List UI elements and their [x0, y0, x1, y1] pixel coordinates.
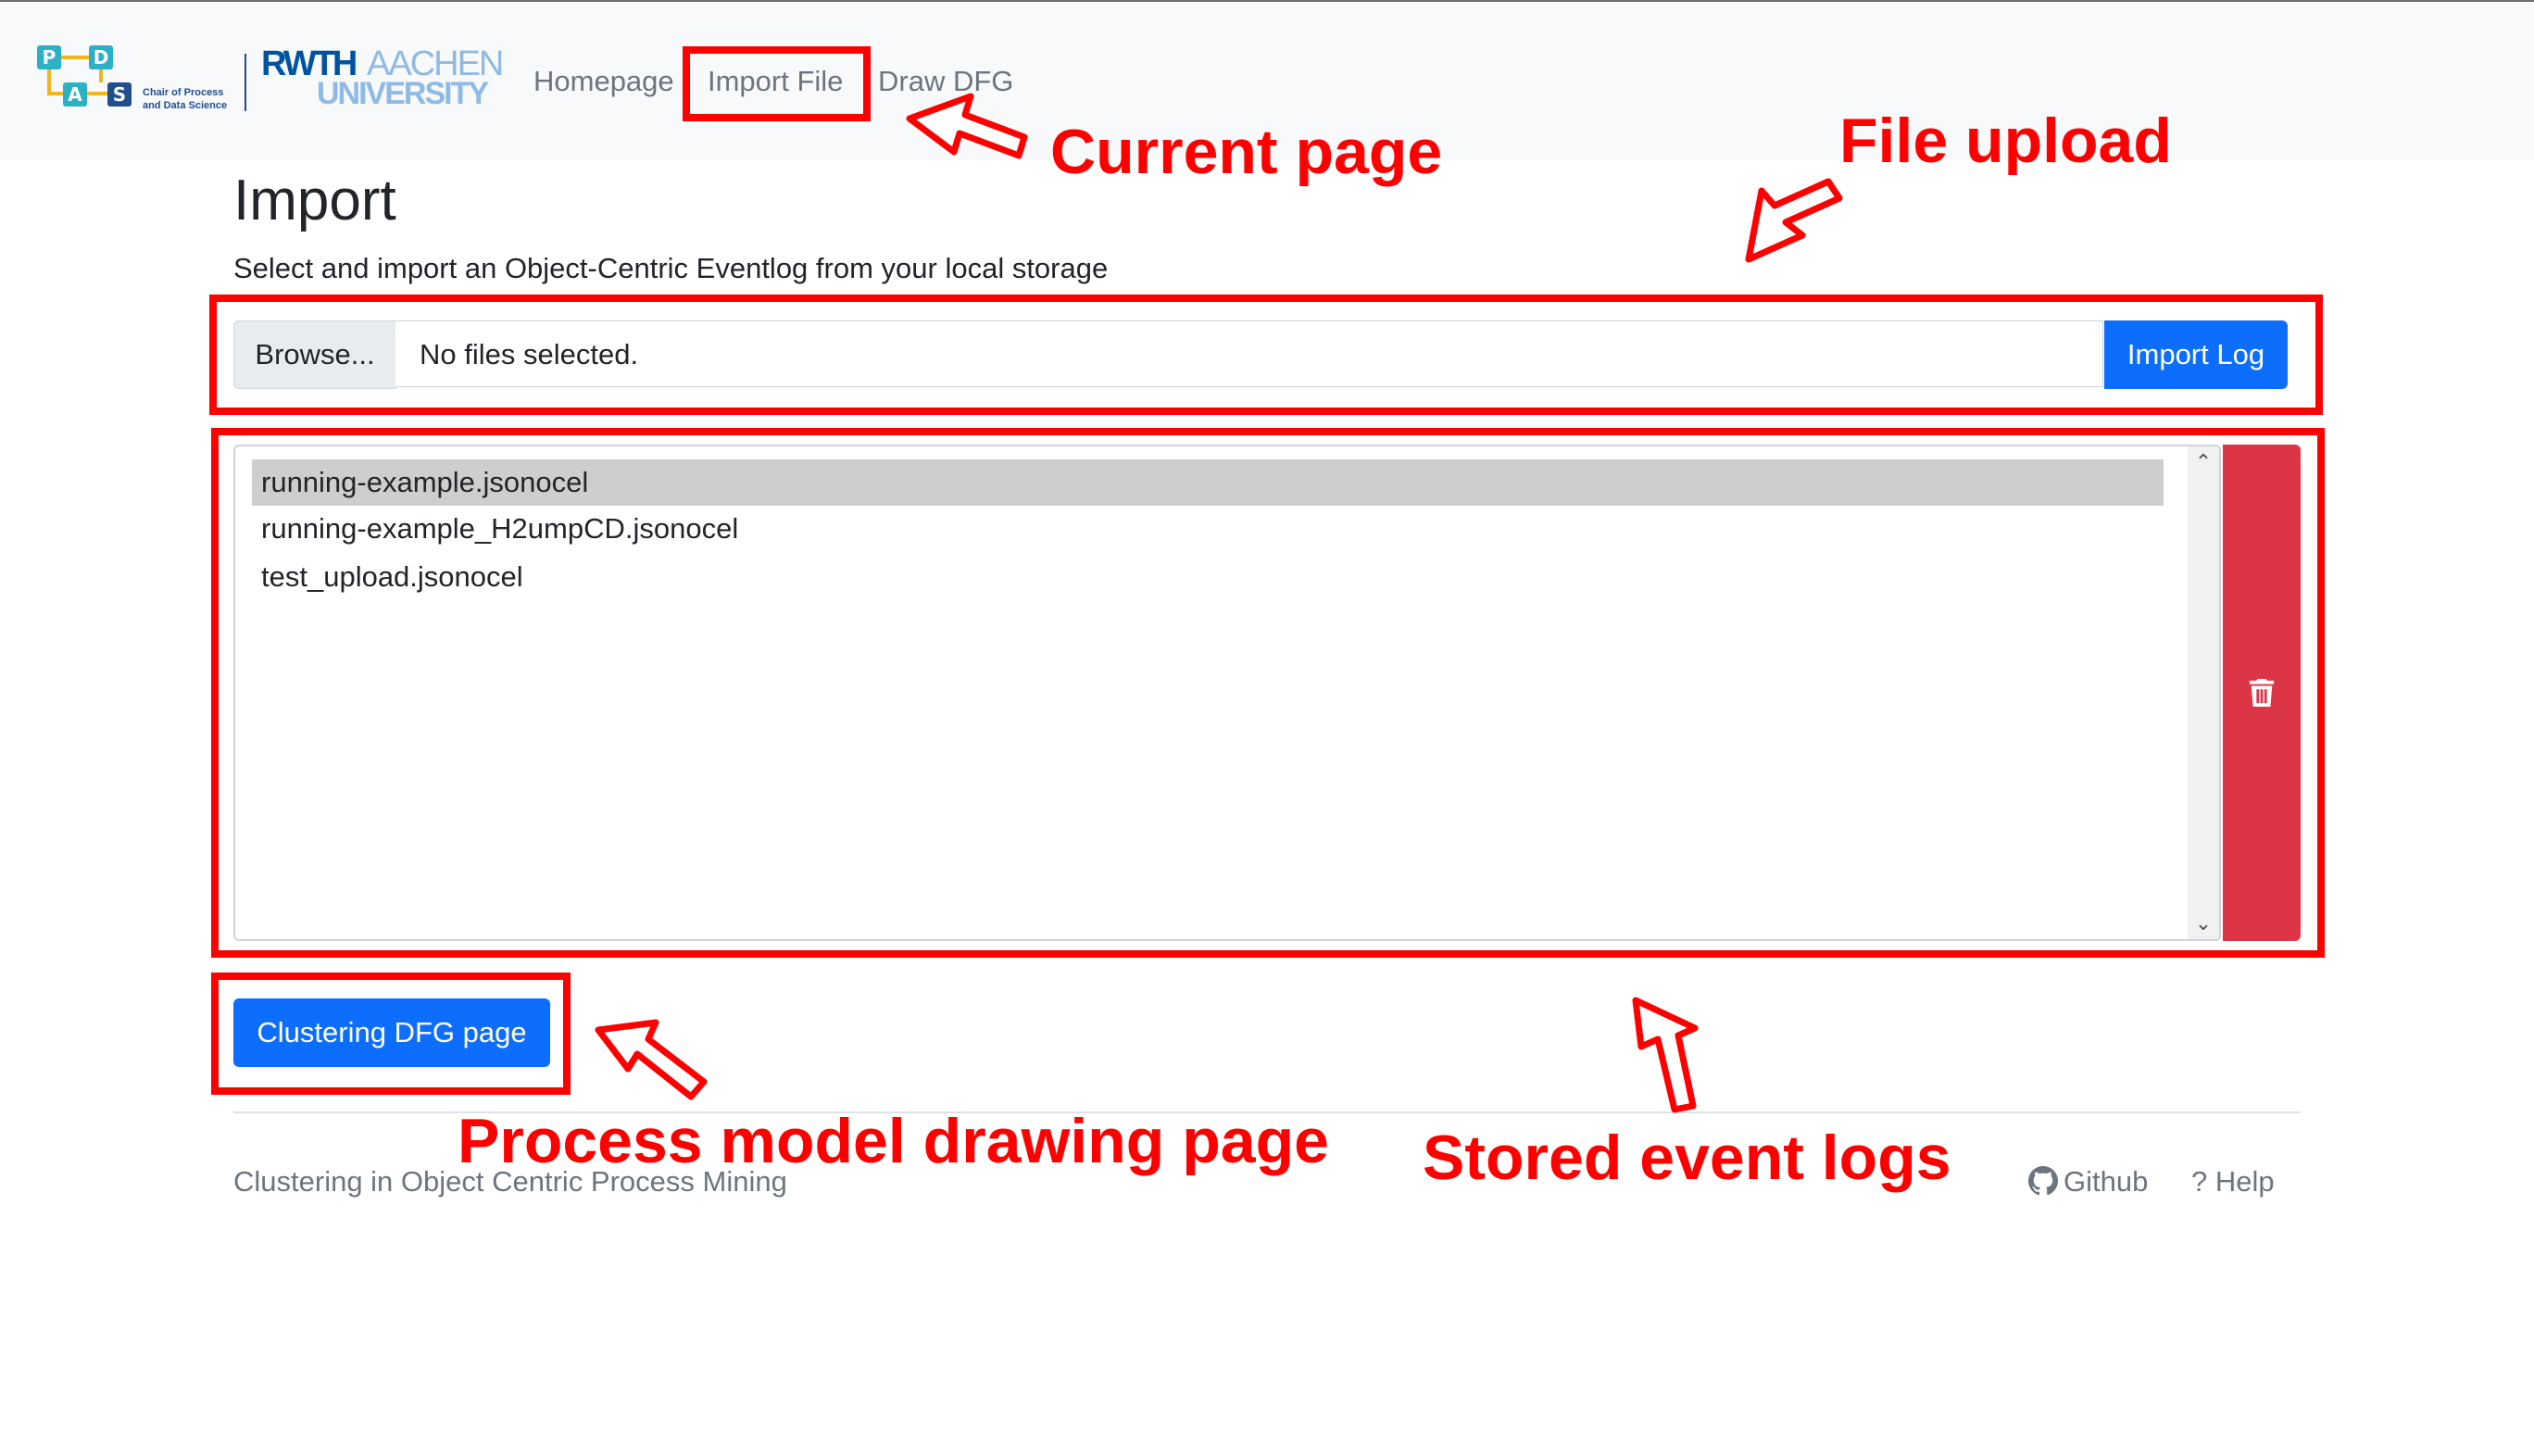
arrow-stored-logs-icon [1632, 997, 1699, 1113]
annotation-arrows [595, 93, 1843, 1113]
arrow-current-page-icon [906, 93, 1028, 159]
arrow-cluster-button-icon [595, 1019, 708, 1100]
arrow-file-upload-icon [1745, 178, 1843, 263]
